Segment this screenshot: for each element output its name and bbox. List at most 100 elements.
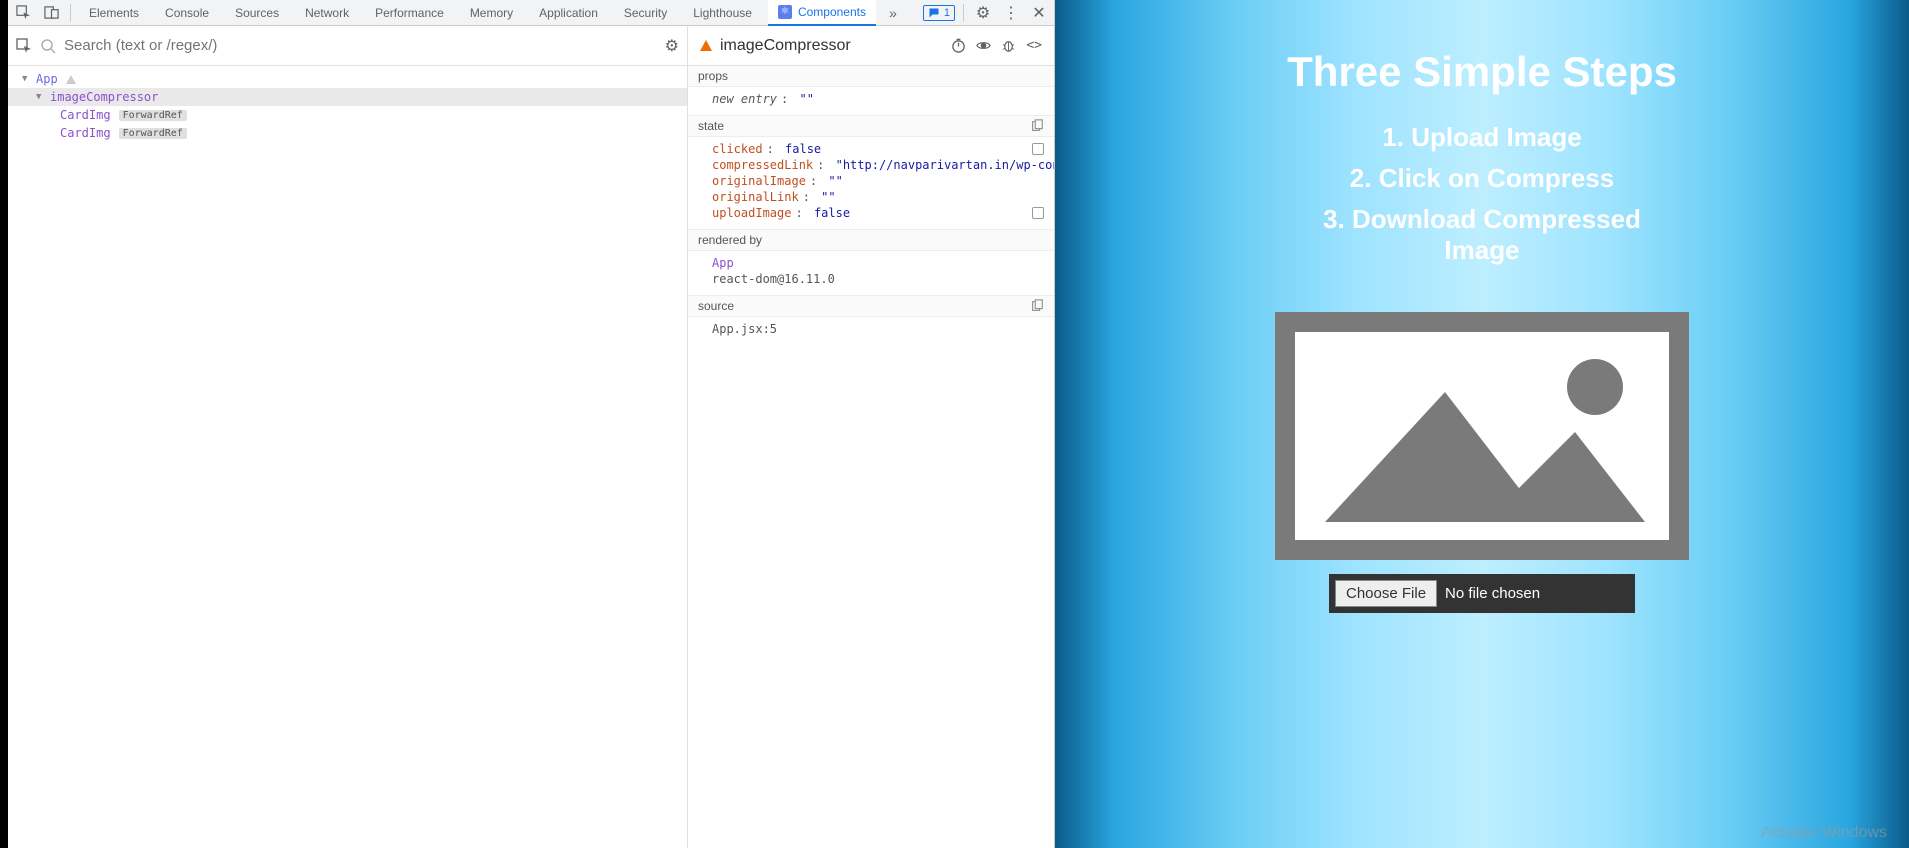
state-body: clicked : false compressedLink : "http:/… bbox=[688, 137, 1054, 229]
prop-key: originalImage bbox=[712, 174, 806, 188]
prop-value: "" bbox=[799, 92, 813, 106]
kebab-menu-icon[interactable]: ⋮ bbox=[1000, 2, 1022, 24]
tab-application[interactable]: Application bbox=[529, 0, 608, 26]
prop-row[interactable]: new entry : "" bbox=[688, 91, 1054, 107]
devtools-tabstrip: Elements Console Sources Network Perform… bbox=[8, 0, 1054, 26]
props-header: props bbox=[688, 66, 1054, 87]
choose-file-button[interactable]: Choose File bbox=[1335, 580, 1437, 607]
suspend-icon[interactable] bbox=[951, 38, 966, 53]
image-placeholder bbox=[1275, 312, 1689, 560]
tab-network[interactable]: Network bbox=[295, 0, 359, 26]
tree-root[interactable]: ▼ App bbox=[8, 70, 687, 88]
components-body: ▼ App ▼ imageCompressor CardImg ForwardR… bbox=[8, 66, 1054, 848]
view-source-icon[interactable]: <> bbox=[1026, 38, 1042, 53]
app-preview: Three Simple Steps 1. Upload Image 2. Cl… bbox=[1055, 0, 1909, 848]
tab-components[interactable]: Components bbox=[768, 0, 876, 26]
state-row[interactable]: clicked : false bbox=[688, 141, 1054, 157]
tree-node[interactable]: ▼ imageCompressor bbox=[8, 88, 687, 106]
devtools-panel: Elements Console Sources Network Perform… bbox=[8, 0, 1055, 848]
step-item: 2. Click on Compress bbox=[1312, 163, 1652, 194]
tree-node-label: CardImg bbox=[60, 108, 111, 122]
props-body: new entry : "" bbox=[688, 87, 1054, 115]
tree-node[interactable]: CardImg ForwardRef bbox=[8, 106, 687, 124]
state-label: state bbox=[698, 119, 724, 133]
steps-list: 1. Upload Image 2. Click on Compress 3. … bbox=[1312, 112, 1652, 266]
prop-key: originalLink bbox=[712, 190, 799, 204]
tree-node[interactable]: CardImg ForwardRef bbox=[8, 124, 687, 142]
device-toolbar-icon[interactable] bbox=[40, 2, 62, 24]
state-header: state bbox=[688, 115, 1054, 137]
tab-security[interactable]: Security bbox=[614, 0, 677, 26]
tree-toolbar: ⚙ bbox=[8, 26, 688, 65]
select-element-icon[interactable] bbox=[16, 38, 32, 54]
bool-toggle[interactable] bbox=[1032, 207, 1044, 219]
prop-value: "" bbox=[821, 190, 835, 204]
source-location: App.jsx:5 bbox=[712, 322, 777, 336]
rendered-row[interactable]: App bbox=[688, 255, 1054, 271]
tree-settings-icon[interactable]: ⚙ bbox=[665, 36, 679, 56]
tree-node-label: imageCompressor bbox=[50, 90, 158, 104]
warning-icon bbox=[66, 75, 76, 84]
prop-key: compressedLink bbox=[712, 158, 813, 172]
rendered-row[interactable]: react-dom@16.11.0 bbox=[688, 271, 1054, 287]
rendered-body: App react-dom@16.11.0 bbox=[688, 251, 1054, 295]
state-row[interactable]: uploadImage : false bbox=[688, 205, 1054, 221]
prop-key: new entry bbox=[712, 92, 777, 106]
bool-toggle[interactable] bbox=[1032, 143, 1044, 155]
state-row[interactable]: compressedLink : "http://navparivartan.i… bbox=[688, 157, 1054, 173]
tab-elements[interactable]: Elements bbox=[79, 0, 149, 26]
inspect-element-icon[interactable] bbox=[12, 2, 34, 24]
placeholder-inner bbox=[1295, 332, 1669, 540]
selected-component-name: imageCompressor bbox=[720, 37, 851, 55]
step-item: 3. Download Compressed Image bbox=[1312, 204, 1652, 266]
separator bbox=[963, 4, 964, 22]
tab-performance[interactable]: Performance bbox=[365, 0, 454, 26]
tab-components-label: Components bbox=[798, 5, 866, 19]
source-row[interactable]: App.jsx:5 bbox=[688, 321, 1054, 337]
component-details: props new entry : "" state clicked : bbox=[688, 66, 1054, 848]
prop-value: false bbox=[814, 206, 850, 220]
window-left-border bbox=[0, 0, 8, 848]
more-tabs-icon[interactable]: » bbox=[882, 2, 904, 24]
caret-down-icon[interactable]: ▼ bbox=[36, 92, 46, 102]
source-header: source bbox=[688, 295, 1054, 317]
caret-down-icon[interactable]: ▼ bbox=[22, 74, 32, 84]
forwardref-badge: ForwardRef bbox=[119, 128, 187, 139]
prop-value: "http://navparivartan.in/wp-content/up bbox=[836, 158, 1054, 172]
tree-node-label: App bbox=[36, 72, 58, 86]
file-input-row[interactable]: Choose File No file chosen bbox=[1329, 574, 1635, 613]
component-tree[interactable]: ▼ App ▼ imageCompressor CardImg ForwardR… bbox=[8, 66, 688, 848]
prop-key: clicked bbox=[712, 142, 763, 156]
close-devtools-icon[interactable]: ✕ bbox=[1028, 2, 1050, 24]
tab-console[interactable]: Console bbox=[155, 0, 219, 26]
copy-icon[interactable] bbox=[1030, 119, 1044, 133]
props-label: props bbox=[698, 69, 728, 83]
react-logo-icon bbox=[778, 5, 792, 19]
search-icon bbox=[40, 38, 56, 54]
tab-sources[interactable]: Sources bbox=[225, 0, 289, 26]
feedback-badge[interactable]: 1 bbox=[923, 5, 955, 21]
placeholder-image-icon bbox=[1295, 332, 1669, 540]
windows-watermark: Activate Windows bbox=[1761, 824, 1887, 842]
rendered-version: react-dom@16.11.0 bbox=[712, 272, 835, 286]
prop-value: "" bbox=[828, 174, 842, 188]
tab-lighthouse[interactable]: Lighthouse bbox=[683, 0, 762, 26]
separator bbox=[70, 4, 71, 22]
prop-key: uploadImage bbox=[712, 206, 791, 220]
tab-memory[interactable]: Memory bbox=[460, 0, 523, 26]
rendered-label: rendered by bbox=[698, 233, 762, 247]
state-row[interactable]: originalLink : "" bbox=[688, 189, 1054, 205]
state-row[interactable]: originalImage : "" bbox=[688, 173, 1054, 189]
source-body: App.jsx:5 bbox=[688, 317, 1054, 345]
search-input[interactable] bbox=[64, 37, 657, 54]
debug-icon[interactable] bbox=[1001, 38, 1016, 53]
inspect-dom-icon[interactable] bbox=[976, 38, 991, 53]
app-title: Three Simple Steps bbox=[1287, 48, 1677, 96]
prop-value: false bbox=[785, 142, 821, 156]
components-toolbar: ⚙ imageCompressor <> bbox=[8, 26, 1054, 66]
forwardref-badge: ForwardRef bbox=[119, 110, 187, 121]
feedback-count: 1 bbox=[944, 7, 950, 19]
source-label: source bbox=[698, 299, 734, 313]
copy-icon[interactable] bbox=[1030, 299, 1044, 313]
settings-icon[interactable]: ⚙ bbox=[972, 2, 994, 24]
